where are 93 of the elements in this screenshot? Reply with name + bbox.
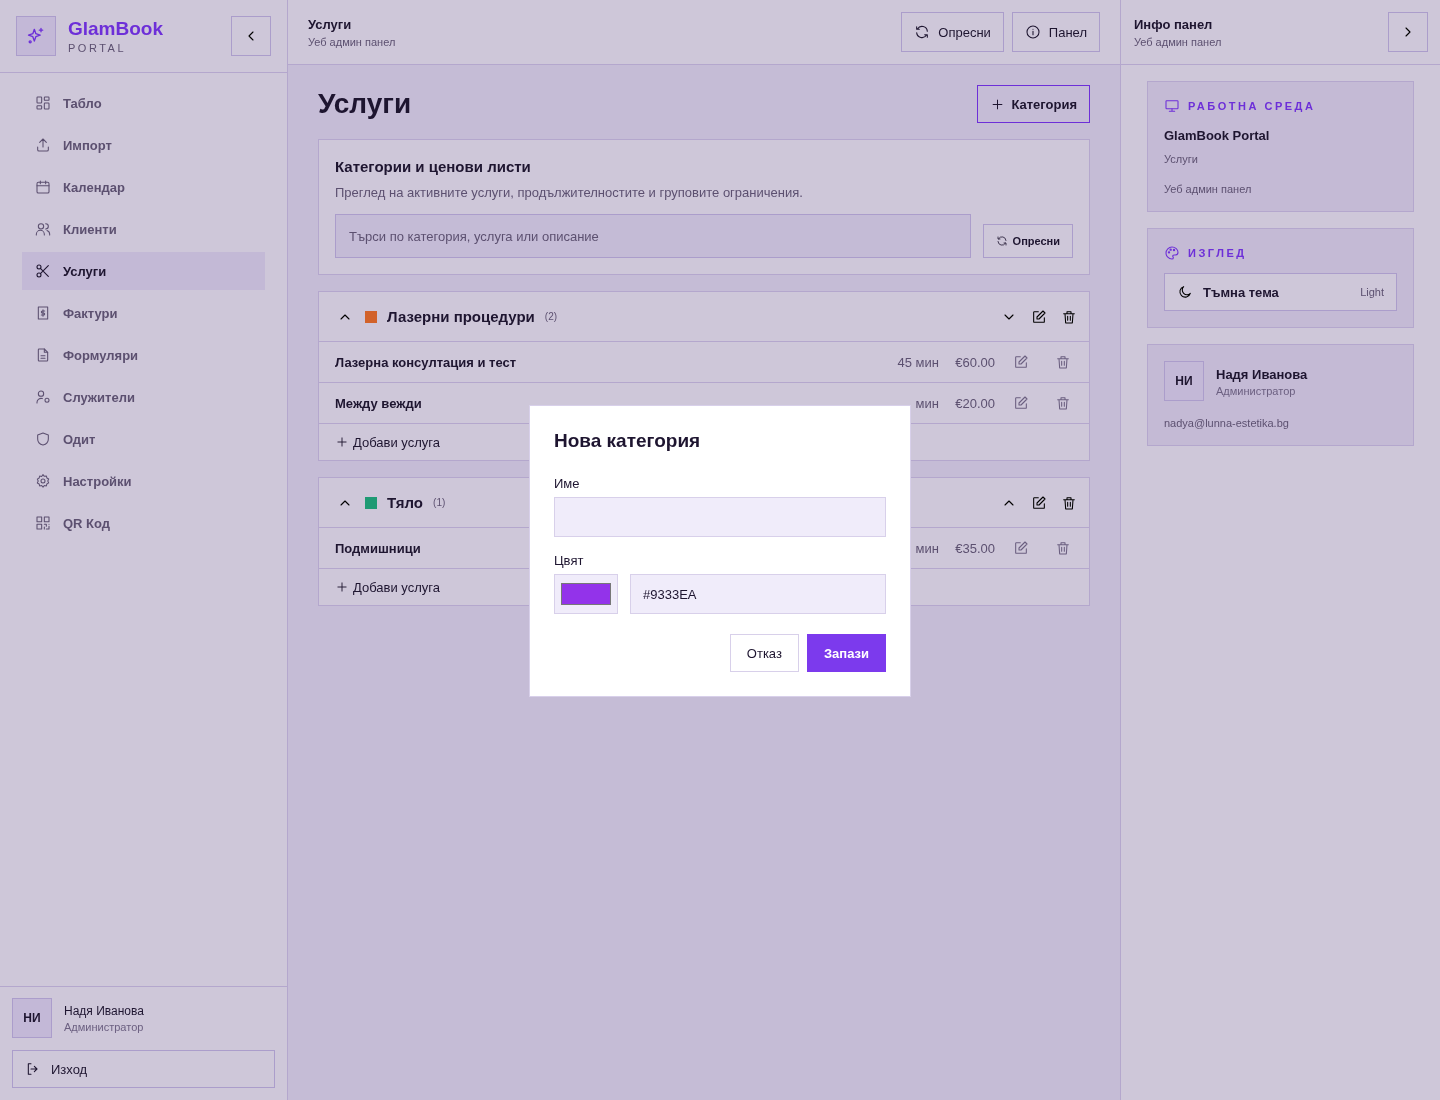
service-duration: мин	[914, 540, 939, 556]
upload-icon	[35, 137, 51, 153]
section-heading: ИЗГЛЕД	[1188, 247, 1247, 259]
refresh-button[interactable]: Опресни	[982, 224, 1073, 258]
panel-button[interactable]: Панел	[1011, 12, 1100, 52]
trash-icon	[1055, 540, 1071, 556]
brand-name: GlamBook	[68, 18, 165, 40]
user-avatar: НИ	[1164, 361, 1204, 401]
nav-item[interactable]: Услуги	[22, 252, 265, 290]
card-title: Категории и ценови листи	[335, 158, 532, 175]
refresh-button[interactable]: Опресни	[901, 12, 1004, 52]
header-subtitle: Уеб админ панел	[308, 35, 397, 48]
user-email: nadya@lunna-estetika.bg	[1164, 417, 1290, 429]
edit-icon	[1031, 494, 1047, 511]
info-icon	[1024, 24, 1041, 40]
user-role: Администратор	[1216, 385, 1297, 397]
category-name: Лазерни процедури	[387, 308, 535, 325]
plus-icon	[335, 580, 349, 594]
trash-icon	[1061, 308, 1077, 325]
nav-item[interactable]: Фактури	[22, 294, 265, 332]
name-input[interactable]	[554, 497, 886, 537]
nav-item[interactable]: Настройки	[22, 462, 265, 500]
workspace-name: GlamBook Portal	[1164, 128, 1271, 143]
nav-item[interactable]: Импорт	[22, 126, 265, 164]
nav-item[interactable]: Одит	[22, 420, 265, 458]
header-title: Услуги	[308, 16, 353, 32]
trash-icon	[1061, 494, 1077, 511]
calendar-icon	[35, 179, 51, 195]
service-price: €20.00	[954, 395, 995, 411]
service-name: Между вежди	[335, 395, 423, 411]
plus-icon	[335, 435, 349, 449]
user-role: Администратор	[64, 1021, 144, 1033]
workspace-subtitle: Уеб админ панел	[1164, 183, 1253, 195]
field-label: Цвят	[554, 553, 585, 568]
section-heading: РАБОТНА СРЕДА	[1188, 100, 1316, 112]
sparkle-icon	[26, 26, 46, 46]
hex-input[interactable]: #9333EA	[630, 574, 886, 614]
save-button[interactable]: Запази	[806, 634, 886, 672]
nav-item[interactable]: Служители	[22, 378, 265, 416]
trash-icon	[1055, 354, 1071, 370]
panel-title: Инфо панел	[1134, 16, 1214, 32]
service-duration: 45 мин	[896, 354, 939, 370]
panel-subtitle: Уеб админ панел	[1134, 35, 1223, 48]
nav-item[interactable]: Календар	[22, 168, 265, 206]
user-avatar: НИ	[12, 998, 52, 1038]
nav-item[interactable]: QR Код	[22, 504, 265, 542]
document-icon	[35, 347, 51, 363]
service-count: (2)	[544, 311, 559, 322]
plus-icon	[990, 96, 1006, 112]
edit-icon	[1013, 540, 1029, 556]
shield-icon	[35, 431, 51, 447]
edit-icon	[1031, 308, 1047, 325]
monitor-icon	[1164, 98, 1180, 114]
brand-tagline: PORTAL	[68, 42, 127, 54]
nav-item[interactable]: Табло	[22, 84, 265, 122]
page-title: Услуги	[318, 88, 412, 120]
service-price: €60.00	[954, 354, 995, 370]
nav-item[interactable]: Формуляри	[22, 336, 265, 374]
nav-item[interactable]: Клиенти	[22, 210, 265, 248]
color-picker[interactable]	[554, 574, 618, 614]
dashboard-icon	[35, 95, 51, 111]
field-label: Име	[554, 476, 581, 491]
user-name: Надя Иванова	[64, 1004, 144, 1018]
workspace-section: Услуги	[1164, 153, 1397, 165]
service-price: €35.00	[954, 540, 995, 556]
scissors-icon	[35, 263, 51, 279]
refresh-icon	[914, 24, 931, 40]
palette-icon	[1164, 245, 1180, 261]
edit-icon	[1013, 354, 1029, 370]
users-icon	[35, 221, 51, 237]
add-service-link[interactable]: Добави услуга	[335, 579, 440, 595]
user-icon	[35, 389, 51, 405]
card-description: Преглед на активните услуги, продължителностите и груповите ограничения.	[335, 185, 804, 200]
trash-icon	[1055, 395, 1071, 411]
logout-button[interactable]: Изход	[12, 1050, 275, 1088]
theme-toggle[interactable]: Тъмна тема Light	[1164, 273, 1397, 311]
dialog-title: Нова категория	[554, 430, 702, 452]
add-service-link[interactable]: Добави услуга	[335, 434, 440, 450]
moon-icon	[1177, 284, 1193, 300]
user-name: Надя Иванова	[1216, 367, 1308, 382]
service-count: (1)	[433, 497, 447, 508]
category-name: Тяло	[387, 494, 424, 511]
edit-icon	[1013, 395, 1029, 411]
search-field[interactable]: Търси по категория, услуга или описание	[335, 214, 971, 258]
service-name: Подмишници	[335, 540, 422, 556]
settings-icon	[35, 473, 51, 489]
qr-code-icon	[35, 515, 51, 531]
service-duration: мин	[914, 395, 939, 411]
receipt-icon	[35, 305, 51, 321]
add-category-button[interactable]: Категория	[977, 85, 1090, 123]
cancel-button[interactable]: Отказ	[729, 634, 799, 672]
service-name: Лазерна консултация и тест	[335, 354, 518, 370]
refresh-icon	[995, 235, 1008, 247]
